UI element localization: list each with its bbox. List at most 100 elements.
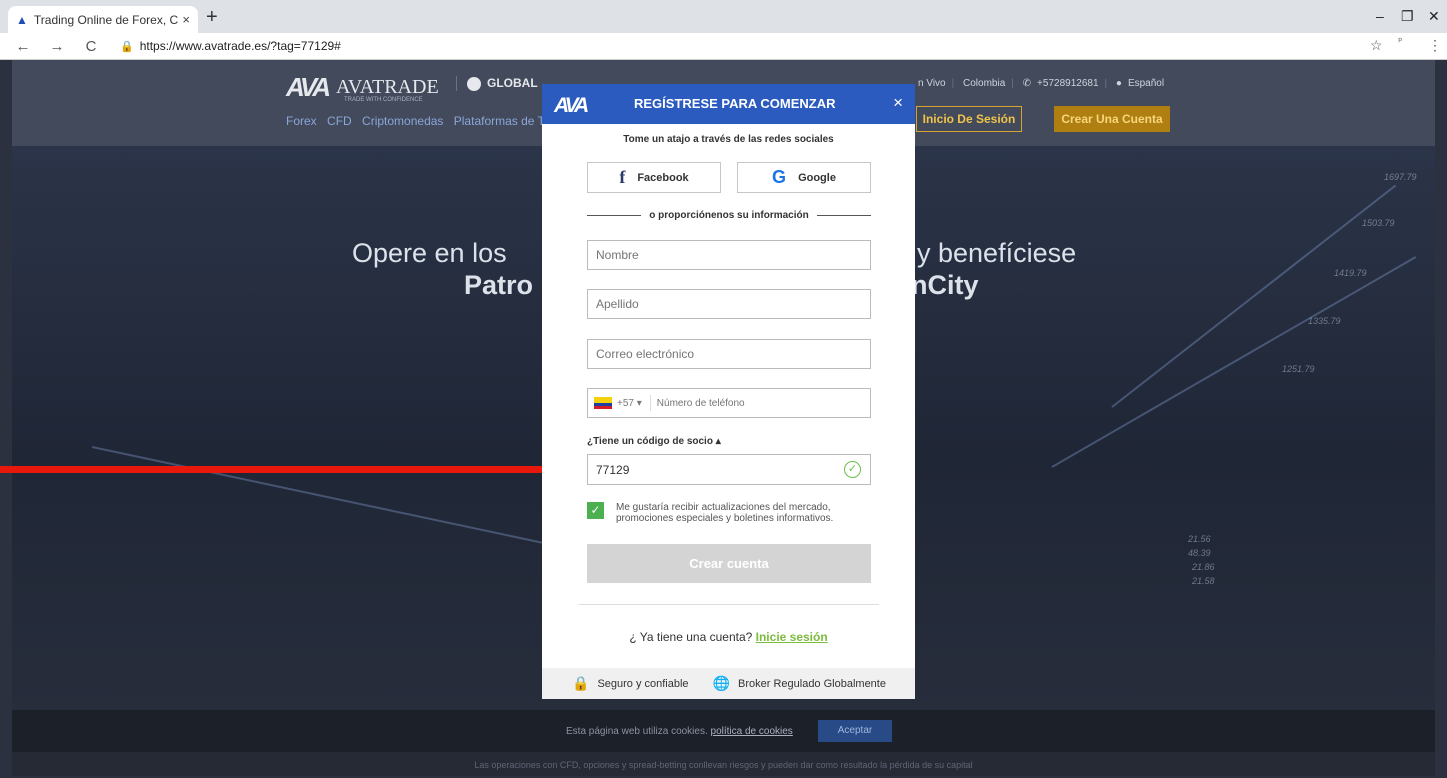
google-button[interactable]: G Google: [737, 162, 871, 193]
separator: |: [1104, 78, 1108, 89]
email-field[interactable]: [587, 339, 871, 369]
country-code-select[interactable]: +57 ▾: [617, 398, 642, 409]
google-icon: G: [772, 167, 787, 187]
new-tab-button[interactable]: +: [206, 7, 218, 27]
hero-chart-line: [1051, 256, 1417, 468]
globe-icon: 🌐: [712, 675, 730, 691]
bookmark-star-icon[interactable]: ☆: [1370, 37, 1383, 54]
modal-header: AVA REGÍSTRESE PARA COMENZAR ×: [542, 84, 915, 124]
ticker-label: 1697.79: [1384, 172, 1417, 182]
colombia-flag-icon[interactable]: [594, 397, 612, 409]
cookie-text: Esta página web utiliza cookies. polític…: [566, 726, 793, 737]
modal-title: REGÍSTRESE PARA COMENZAR: [634, 96, 836, 111]
phone-number-field[interactable]: [656, 397, 837, 409]
browser-menu-icon[interactable]: ⋮: [1428, 37, 1442, 54]
site-login-button[interactable]: Inicio De Sesión: [916, 106, 1022, 132]
tab-close-icon[interactable]: ×: [182, 12, 190, 27]
have-account-row: ¿ Ya tiene una cuenta? Inicie sesión: [542, 630, 915, 644]
cookie-message: Esta página web utiliza cookies.: [566, 726, 708, 737]
create-account-button[interactable]: Crear cuenta: [587, 544, 871, 583]
modal-divider: [579, 604, 879, 605]
or-divider: o proporciónenos su información: [587, 210, 872, 221]
facebook-label: Facebook: [637, 171, 689, 184]
last-name-field[interactable]: [587, 289, 871, 319]
lock-icon[interactable]: 🔒: [120, 40, 134, 53]
first-name-field[interactable]: [587, 240, 871, 270]
minimize-icon[interactable]: –: [1376, 8, 1384, 24]
partner-code-label: ¿Tiene un código de socio: [587, 436, 713, 447]
back-icon[interactable]: ←: [12, 38, 34, 55]
ticker-label: 1419.79: [1334, 268, 1367, 278]
divider-line: [816, 215, 872, 216]
have-account-text: ¿ Ya tiene una cuenta?: [629, 630, 753, 644]
forward-icon[interactable]: →: [46, 38, 68, 55]
cookie-bar: Esta página web utiliza cookies. polític…: [12, 710, 1435, 752]
ticker-label: 48.39: [1188, 548, 1211, 558]
logo-mark: AVA: [286, 72, 331, 102]
nav-item-platforms[interactable]: Plataformas de Tr: [454, 114, 549, 128]
avatrade-favicon-icon: ▲: [16, 12, 28, 27]
newsletter-label: Me gustaría recibir actualizaciones del …: [616, 502, 834, 524]
phone-separator: [649, 395, 651, 411]
logo-name: AVATRADE: [336, 76, 439, 98]
divider-text: o proporciónenos su información: [649, 210, 809, 221]
facebook-button[interactable]: f Facebook: [587, 162, 721, 193]
cookie-accept-button[interactable]: Aceptar: [818, 720, 892, 742]
ticker-label: 1251.79: [1282, 364, 1315, 374]
global-selector[interactable]: GLOBAL: [456, 76, 538, 91]
regulated-text: Broker Regulado Globalmente: [738, 677, 886, 690]
hero-line1-left: Opere en los: [352, 238, 507, 268]
avatrade-logo[interactable]: AVA AVATRADE TRADE WITH CONFIDENCE: [286, 72, 439, 103]
site-signup-button[interactable]: Crear Una Cuenta: [1054, 106, 1170, 132]
main-nav: Forex CFD Criptomonedas Plataformas de T…: [286, 114, 555, 128]
country-code-caret-icon: ▾: [636, 397, 642, 409]
lock-icon: 🔒: [572, 675, 590, 691]
tab-title: Trading Online de Forex, CFDs y C: [33, 12, 179, 27]
address-bar[interactable]: https://www.avatrade.es/?tag=77129#: [140, 39, 341, 53]
ticker-label: 1335.79: [1308, 316, 1341, 326]
phone-link[interactable]: +5728912681: [1037, 78, 1098, 89]
social-subtitle: Tome un atajo a través de las redes soci…: [623, 134, 834, 145]
modal-close-icon[interactable]: ×: [893, 93, 903, 113]
nav-item-crypto[interactable]: Criptomonedas: [362, 114, 443, 128]
maximize-icon[interactable]: ❐: [1401, 8, 1414, 25]
google-label: Google: [798, 171, 836, 184]
nav-item-forex[interactable]: Forex: [286, 114, 317, 128]
ticker-label: 21.86: [1192, 562, 1215, 572]
hero-line2-left: Patro: [464, 270, 534, 300]
globe-icon: [467, 76, 481, 91]
top-links: n Vivo | Colombia | ✆ +5728912681 | ● Español: [918, 78, 1170, 89]
global-label: GLOBAL: [487, 76, 538, 90]
newsletter-checkbox[interactable]: ✓: [587, 502, 604, 519]
hero-line1-right: y benefíciese: [917, 238, 1077, 268]
browser-tab[interactable]: ▲ Trading Online de Forex, CFDs y C ×: [8, 6, 198, 33]
browser-tabstrip: ▲ Trading Online de Forex, CFDs y C × + …: [0, 0, 1447, 33]
language-link[interactable]: Español: [1128, 78, 1164, 89]
logo-tagline: TRADE WITH CONFIDENCE: [344, 97, 423, 103]
hero-chart-line: [91, 446, 562, 548]
cookie-policy-link[interactable]: política de cookies: [711, 726, 793, 737]
ticker-label: 21.58: [1192, 576, 1215, 586]
window-close-icon[interactable]: ✕: [1428, 8, 1440, 25]
separator: |: [1011, 78, 1014, 89]
modal-logo: AVA: [554, 94, 589, 117]
nav-item-cfd[interactable]: CFD: [327, 114, 352, 128]
valid-check-icon: ✓: [844, 461, 861, 478]
live-chat-link[interactable]: n Vivo: [918, 78, 946, 89]
partner-code-toggle[interactable]: ¿Tiene un código de socio ▴: [587, 436, 721, 447]
reload-icon[interactable]: C: [80, 38, 102, 55]
red-arrow-shaft: [0, 466, 548, 473]
partner-code-field[interactable]: [587, 454, 871, 485]
partner-caret-icon: ▴: [715, 436, 721, 447]
country-link[interactable]: Colombia: [963, 78, 1005, 89]
phone-field-group: +57 ▾: [587, 388, 871, 418]
separator: |: [951, 78, 955, 89]
country-code: +57: [617, 397, 634, 409]
divider-line: [587, 215, 642, 216]
login-link[interactable]: Inicie sesión: [756, 630, 828, 644]
hero-chart-line: [1111, 184, 1397, 408]
ticker-label: 1503.79: [1362, 218, 1395, 228]
browser-toolbar: ← → C 🔒 https://www.avatrade.es/?tag=771…: [0, 33, 1447, 60]
secure-text: Seguro y confiable: [597, 677, 689, 690]
phone-icon: ✆: [1022, 78, 1032, 89]
